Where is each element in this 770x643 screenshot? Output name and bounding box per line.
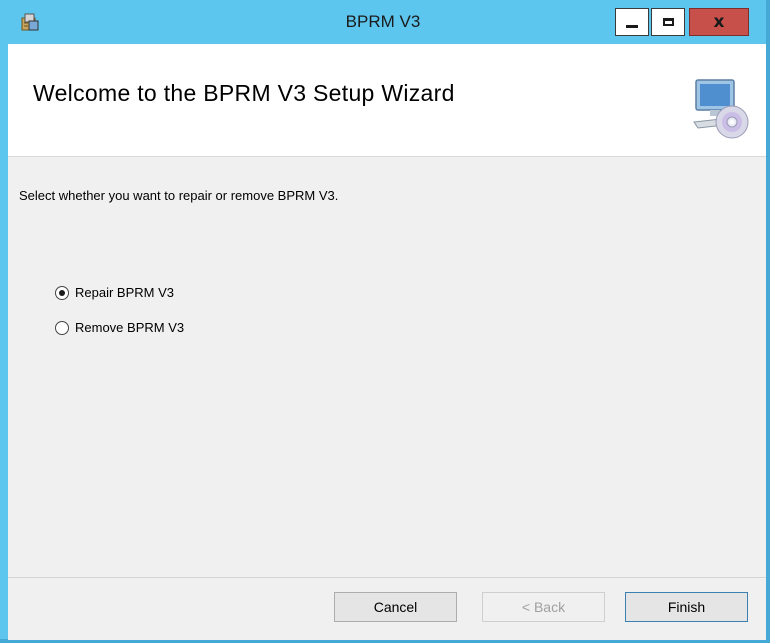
computer-with-cd-icon [693,79,749,139]
maximize-button[interactable] [651,8,685,36]
remove-radio[interactable] [55,320,69,335]
close-button[interactable]: x [689,8,749,36]
instruction-text: Select whether you want to repair or rem… [19,188,339,203]
minimize-icon [626,24,638,28]
finish-button[interactable]: Finish [625,592,748,622]
setup-window: BPRM V3 x Welcome to the BPRM V3 Setup W… [0,0,770,643]
repair-radio[interactable] [55,285,69,300]
title-bar[interactable]: BPRM V3 x [0,0,766,44]
wizard-footer: Cancel < Back Finish [8,577,766,640]
cancel-button[interactable]: Cancel [334,592,457,622]
wizard-header: Welcome to the BPRM V3 Setup Wizard [8,44,766,157]
repair-option[interactable]: Repair BPRM V3 [55,285,174,300]
close-icon: x [713,12,725,32]
repair-label: Repair BPRM V3 [75,285,174,300]
page-title: Welcome to the BPRM V3 Setup Wizard [33,80,455,106]
remove-label: Remove BPRM V3 [75,320,185,335]
maximize-icon [662,18,674,26]
back-button: < Back [482,592,605,622]
remove-option[interactable]: Remove BPRM V3 [55,320,184,335]
minimize-button[interactable] [615,8,649,36]
wizard-content: Select whether you want to repair or rem… [8,157,766,577]
